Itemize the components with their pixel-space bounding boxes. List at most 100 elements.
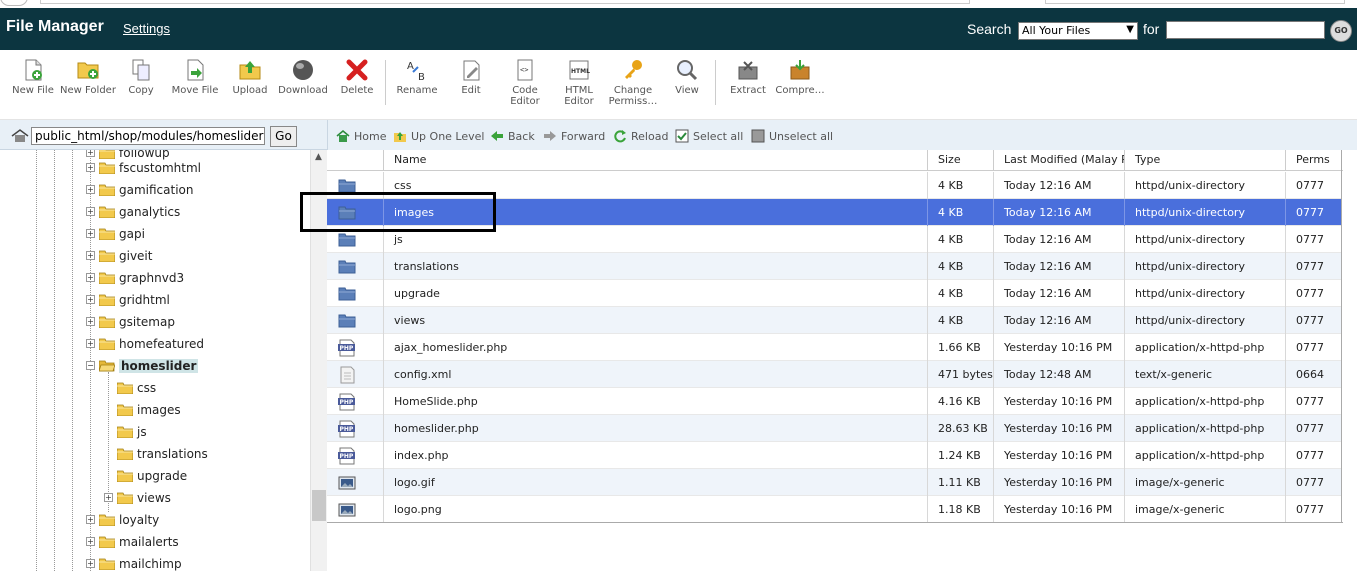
scrollbar-thumb[interactable]	[312, 490, 326, 521]
upload-button[interactable]: Upload	[222, 58, 278, 96]
tree-guide-line	[72, 150, 73, 571]
expand-icon[interactable]: +	[86, 295, 95, 304]
new-file-button[interactable]: New File	[5, 58, 61, 96]
table-bottom-border	[327, 522, 1343, 523]
copy-button[interactable]: Copy	[113, 58, 169, 96]
table-row[interactable]: PHP homeslider.php 28.63 KB Yesterday 10:16…	[327, 415, 1342, 442]
search-scope-select[interactable]: All Your Files ▼	[1018, 22, 1138, 40]
table-row[interactable]: logo.gif 1.11 KB Yesterday 10:16 PM image/x…	[327, 469, 1342, 496]
table-row[interactable]: js 4 KB Today 12:16 AM httpd/unix-directory…	[327, 226, 1342, 253]
file-name[interactable]: homeslider.php	[383, 415, 927, 442]
table-row[interactable]: PHP index.php 1.24 KB Yesterday 10:16 PM app…	[327, 442, 1342, 469]
expand-icon[interactable]: +	[86, 559, 95, 568]
table-row[interactable]: PHP HomeSlide.php 4.16 KB Yesterday 10:16 P…	[327, 388, 1342, 415]
compress-button[interactable]: Compre…	[772, 58, 828, 96]
upload-label: Upload	[232, 85, 268, 96]
modified-column-header[interactable]: Last Modified (Malay Peninsula Standard …	[993, 150, 1124, 171]
file-name[interactable]: logo.png	[383, 496, 927, 523]
tree-guide-line	[36, 150, 37, 571]
file-name[interactable]: translations	[383, 253, 927, 280]
collapse-icon[interactable]: −	[86, 361, 95, 370]
folder-icon	[117, 426, 133, 438]
expand-icon[interactable]: +	[86, 207, 95, 216]
path-input[interactable]: public_html/shop/modules/homeslider	[31, 127, 265, 145]
file-name[interactable]: css	[383, 172, 927, 199]
browser-back-button[interactable]	[0, 0, 28, 6]
expand-icon[interactable]: +	[86, 229, 95, 238]
change-permissions-button[interactable]: Change Permiss…	[605, 58, 661, 107]
size-column-header[interactable]: Size	[927, 150, 993, 171]
table-row[interactable]: translations 4 KB Today 12:16 AM httpd/unix…	[327, 253, 1342, 280]
nav-unselect-all-button[interactable]: Unselect all	[751, 129, 833, 143]
icon-column-header[interactable]	[327, 150, 383, 171]
file-name[interactable]: index.php	[383, 442, 927, 469]
table-row[interactable]: views 4 KB Today 12:16 AM httpd/unix-direct…	[327, 307, 1342, 334]
expand-icon[interactable]: +	[86, 537, 95, 546]
nav-select-all-button[interactable]: Select all	[675, 129, 743, 143]
table-row[interactable]: upgrade 4 KB Today 12:16 AM httpd/unix-dire…	[327, 280, 1342, 307]
html-editor-button[interactable]: HTML HTML Editor	[551, 58, 607, 107]
rename-button[interactable]: AB Rename	[389, 58, 445, 96]
view-button[interactable]: View	[659, 58, 715, 96]
home-icon[interactable]	[11, 129, 29, 143]
tree-scrollbar[interactable]: ▲	[310, 150, 327, 571]
expand-icon[interactable]: +	[86, 185, 95, 194]
expand-icon[interactable]: +	[86, 273, 95, 282]
file-name[interactable]: ajax_homeslider.php	[383, 334, 927, 361]
file-name[interactable]: upgrade	[383, 280, 927, 307]
file-modified: Yesterday 10:16 PM	[993, 334, 1124, 361]
perms-column-header[interactable]: Perms	[1285, 150, 1343, 171]
search-input[interactable]	[1166, 21, 1325, 39]
scroll-up-icon[interactable]: ▲	[315, 152, 322, 162]
file-name[interactable]: HomeSlide.php	[383, 388, 927, 415]
file-icon-cell	[327, 172, 383, 199]
edit-button[interactable]: Edit	[443, 58, 499, 96]
expand-icon[interactable]: +	[104, 493, 113, 502]
file-modified: Yesterday 10:16 PM	[993, 442, 1124, 469]
expand-icon[interactable]: +	[86, 163, 95, 172]
settings-link[interactable]: Settings	[123, 21, 170, 36]
new-folder-button[interactable]: New Folder	[60, 58, 116, 96]
file-name[interactable]: config.xml	[383, 361, 927, 388]
name-column-header[interactable]: Name	[383, 150, 927, 171]
delete-button[interactable]: Delete	[329, 58, 385, 96]
expand-icon[interactable]: +	[86, 150, 95, 157]
table-row[interactable]: css 4 KB Today 12:16 AM httpd/unix-director…	[327, 172, 1342, 199]
file-perms: 0777	[1285, 199, 1342, 226]
copy-label: Copy	[128, 85, 154, 96]
nav-reload-button[interactable]: Reload	[613, 129, 668, 143]
checkbox-empty-icon	[751, 129, 765, 143]
table-row[interactable]: images 4 KB Today 12:16 AM httpd/unix-direc…	[327, 199, 1342, 226]
path-go-button[interactable]: Go	[270, 126, 297, 147]
nav-up-one-level-button[interactable]: Up One Level	[393, 129, 484, 143]
expand-icon[interactable]: +	[86, 339, 95, 348]
app-title: File Manager	[6, 18, 104, 35]
expand-icon[interactable]: +	[86, 515, 95, 524]
file-modified: Today 12:16 AM	[993, 172, 1124, 199]
new-folder-label: New Folder	[60, 85, 116, 96]
code-editor-button[interactable]: <> Code Editor	[497, 58, 553, 107]
file-name[interactable]: logo.gif	[383, 469, 927, 496]
download-button[interactable]: Download	[275, 58, 331, 96]
browser-search-bar[interactable]	[1045, 0, 1345, 4]
nav-home-button[interactable]: Home	[336, 129, 386, 143]
move-file-button[interactable]: Move File	[167, 58, 223, 96]
search-go-button[interactable]: GO	[1330, 20, 1352, 42]
image-file-icon	[338, 476, 356, 490]
browser-address-bar[interactable]	[40, 0, 970, 4]
file-name[interactable]: js	[383, 226, 927, 253]
file-name[interactable]: images	[383, 199, 927, 226]
type-column-header[interactable]: Type	[1124, 150, 1285, 171]
file-size: 4 KB	[927, 253, 993, 280]
file-name[interactable]: views	[383, 307, 927, 334]
table-row[interactable]: PHP ajax_homeslider.php 1.66 KB Yesterday 1…	[327, 334, 1342, 361]
expand-icon[interactable]: +	[86, 317, 95, 326]
table-row[interactable]: logo.png 1.18 KB Yesterday 10:16 PM image/x…	[327, 496, 1342, 523]
nav-forward-button[interactable]: Forward	[543, 129, 605, 143]
table-row[interactable]: config.xml 471 bytes Today 12:48 AM text/x-…	[327, 361, 1342, 388]
expand-icon[interactable]: +	[86, 251, 95, 260]
nav-back-button[interactable]: Back	[490, 129, 535, 143]
nav-unselect-all-label: Unselect all	[769, 130, 834, 143]
extract-button[interactable]: Extract	[720, 58, 776, 96]
file-icon-cell	[327, 469, 383, 496]
